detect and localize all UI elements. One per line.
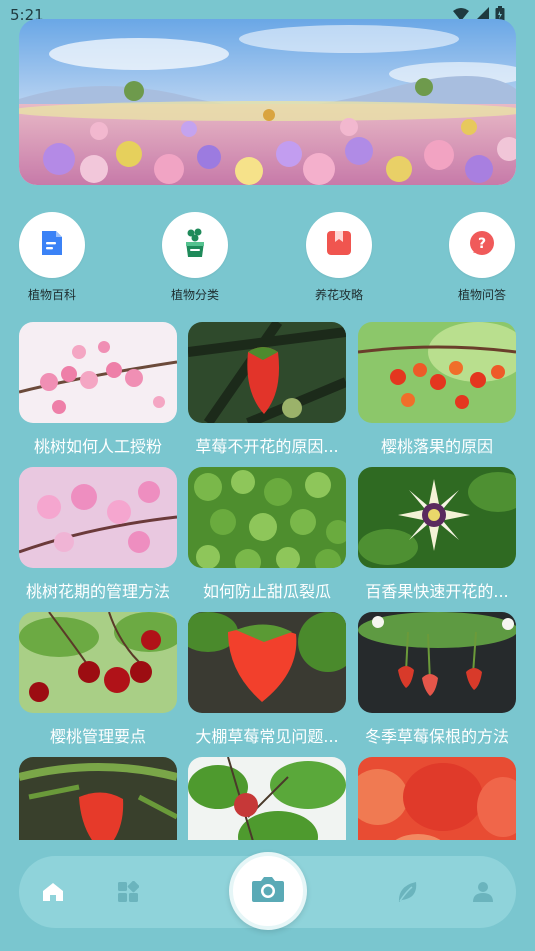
quick-action-circle	[19, 212, 85, 278]
article-card[interactable]: 百香果快速开花的...	[358, 467, 516, 602]
article-image	[358, 467, 516, 568]
article-card[interactable]: 大棚草莓常见问题...	[188, 612, 346, 747]
article-card[interactable]: 桃树如何人工授粉	[19, 322, 177, 457]
profile-icon[interactable]	[469, 878, 497, 906]
quick-action-plant-encyclopedia[interactable]: 植物百科	[2, 212, 102, 303]
question-bubble-icon: ?	[468, 229, 496, 262]
quick-action-plant-classification[interactable]: 植物分类	[145, 212, 245, 303]
article-image	[358, 322, 516, 423]
article-title: 樱桃管理要点	[49, 727, 146, 746]
document-icon	[39, 229, 65, 262]
article-card[interactable]	[19, 757, 177, 840]
article-image	[188, 322, 346, 423]
bookmark-book-icon	[325, 229, 353, 262]
article-image	[188, 612, 346, 713]
plant-pot-icon	[183, 228, 207, 263]
article-title: 大棚草莓常见问题...	[195, 727, 339, 746]
home-icon[interactable]	[39, 878, 67, 906]
article-card[interactable]: 草莓不开花的原因...	[188, 322, 346, 457]
article-grid: 桃树如何人工授粉 草莓不开花的原因... 樱桃落果的原因 桃树花期的管理方法 如…	[19, 322, 516, 840]
quick-action-label: 植物分类	[170, 288, 219, 302]
article-image	[188, 757, 346, 840]
hero-banner[interactable]	[19, 19, 516, 185]
article-title: 草莓不开花的原因...	[195, 437, 339, 456]
article-card[interactable]: 冬季草莓保根的方法	[358, 612, 516, 747]
article-image	[19, 467, 177, 568]
quick-action-circle: ?	[449, 212, 515, 278]
camera-icon	[251, 875, 285, 908]
article-card[interactable]: 桃树花期的管理方法	[19, 467, 177, 602]
article-title: 冬季草莓保根的方法	[364, 727, 509, 746]
article-title: 桃树如何人工授粉	[33, 437, 162, 456]
svg-text:?: ?	[478, 236, 486, 252]
quick-action-circle	[162, 212, 228, 278]
article-card[interactable]: 樱桃落果的原因	[358, 322, 516, 457]
article-card[interactable]	[188, 757, 346, 840]
quick-action-circle	[306, 212, 372, 278]
article-title: 如何防止甜瓜裂瓜	[202, 582, 331, 601]
article-title: 樱桃落果的原因	[380, 437, 493, 456]
article-card[interactable]: 如何防止甜瓜裂瓜	[188, 467, 346, 602]
article-image	[19, 322, 177, 423]
quick-action-label: 植物百科	[27, 288, 76, 302]
quick-action-flower-guide[interactable]: 养花攻略	[289, 212, 389, 303]
article-image	[358, 612, 516, 713]
article-title: 百香果快速开花的...	[365, 582, 509, 601]
article-image	[358, 757, 516, 840]
quick-actions: 植物百科 植物分类 养花攻略 ? 植物问答	[0, 212, 535, 304]
quick-action-label: 植物问答	[457, 288, 506, 302]
quick-action-label: 养花攻略	[314, 288, 363, 302]
leaf-icon[interactable]	[393, 878, 421, 906]
quick-action-plant-qa[interactable]: ? 植物问答	[432, 212, 532, 303]
article-card[interactable]: 樱桃管理要点	[19, 612, 177, 747]
article-image	[19, 612, 177, 713]
article-title: 桃树花期的管理方法	[25, 582, 170, 601]
article-card[interactable]	[358, 757, 516, 840]
article-image	[19, 757, 177, 840]
category-icon[interactable]	[114, 878, 142, 906]
camera-button[interactable]	[229, 852, 307, 930]
article-image	[188, 467, 346, 568]
flower-field-image	[19, 19, 516, 185]
